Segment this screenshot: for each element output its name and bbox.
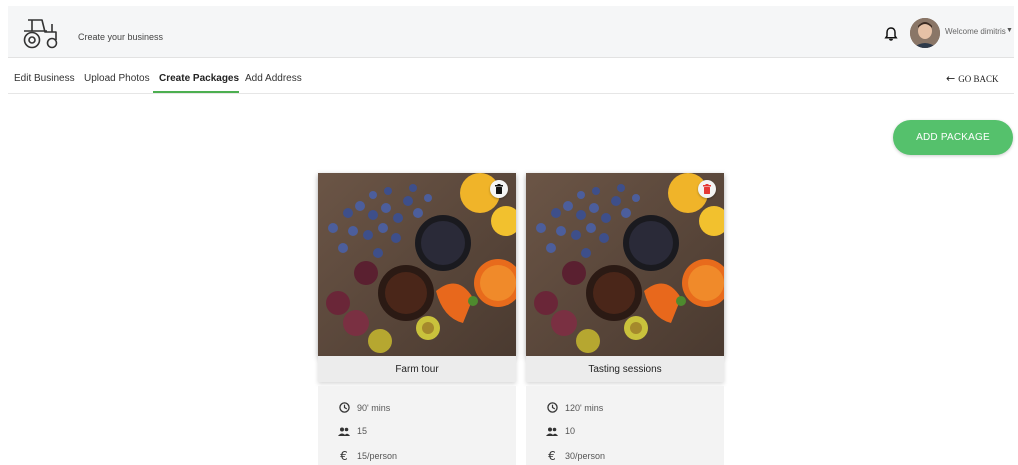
tractor-icon[interactable]	[20, 14, 60, 50]
delete-button[interactable]	[490, 180, 508, 198]
people-value: 15	[357, 426, 368, 436]
people-value: 10	[565, 426, 576, 436]
package-image	[526, 173, 724, 356]
euro-icon: €	[548, 449, 556, 463]
tab-create-packages[interactable]: Create Packages	[159, 73, 239, 84]
trash-icon	[703, 184, 711, 194]
active-tab-indicator	[153, 91, 239, 93]
duration-value: 120' mins	[565, 402, 604, 413]
clock-icon	[338, 402, 350, 413]
go-back-label: GO BACK	[958, 74, 999, 84]
clock-icon	[546, 402, 558, 413]
package-details: 90' mins 15 € 15/person	[318, 386, 516, 465]
tab-bar: Edit Business Upload Photos Create Packa…	[8, 64, 1014, 94]
package-title: Tasting sessions	[526, 356, 724, 382]
avatar[interactable]	[910, 18, 940, 48]
arrow-left-icon: ←	[946, 72, 956, 85]
welcome-text[interactable]: Welcome dimitris	[945, 27, 1006, 36]
people-row: 15	[338, 426, 367, 436]
package-image	[318, 173, 516, 356]
price-row: € 30/person	[546, 449, 605, 463]
tab-edit-business[interactable]: Edit Business	[14, 73, 75, 84]
people-icon	[546, 427, 558, 436]
delete-button[interactable]	[698, 180, 716, 198]
duration-row: 90' mins	[338, 402, 390, 413]
trash-icon	[495, 184, 503, 194]
bell-icon[interactable]	[884, 26, 898, 42]
price-value: 30/person	[565, 451, 606, 461]
header-subtitle: Create your business	[78, 32, 164, 42]
people-row: 10	[546, 426, 575, 436]
go-back-link[interactable]: ← GO BACK	[946, 72, 998, 85]
caret-down-icon[interactable]: ▼	[1006, 27, 1013, 34]
package-details: 120' mins 10 € 30/person	[526, 386, 724, 465]
duration-row: 120' mins	[546, 402, 603, 413]
people-icon	[338, 427, 350, 436]
add-package-button[interactable]: ADD PACKAGE	[893, 120, 1013, 155]
tab-upload-photos[interactable]: Upload Photos	[84, 73, 150, 84]
price-value: 15/person	[357, 451, 398, 461]
euro-icon: €	[340, 449, 348, 463]
package-title: Farm tour	[318, 356, 516, 382]
tab-add-address[interactable]: Add Address	[245, 73, 302, 84]
top-bar: Create your business Welcome dimitris ▼	[8, 6, 1014, 58]
duration-value: 90' mins	[357, 402, 391, 413]
price-row: € 15/person	[338, 449, 397, 463]
